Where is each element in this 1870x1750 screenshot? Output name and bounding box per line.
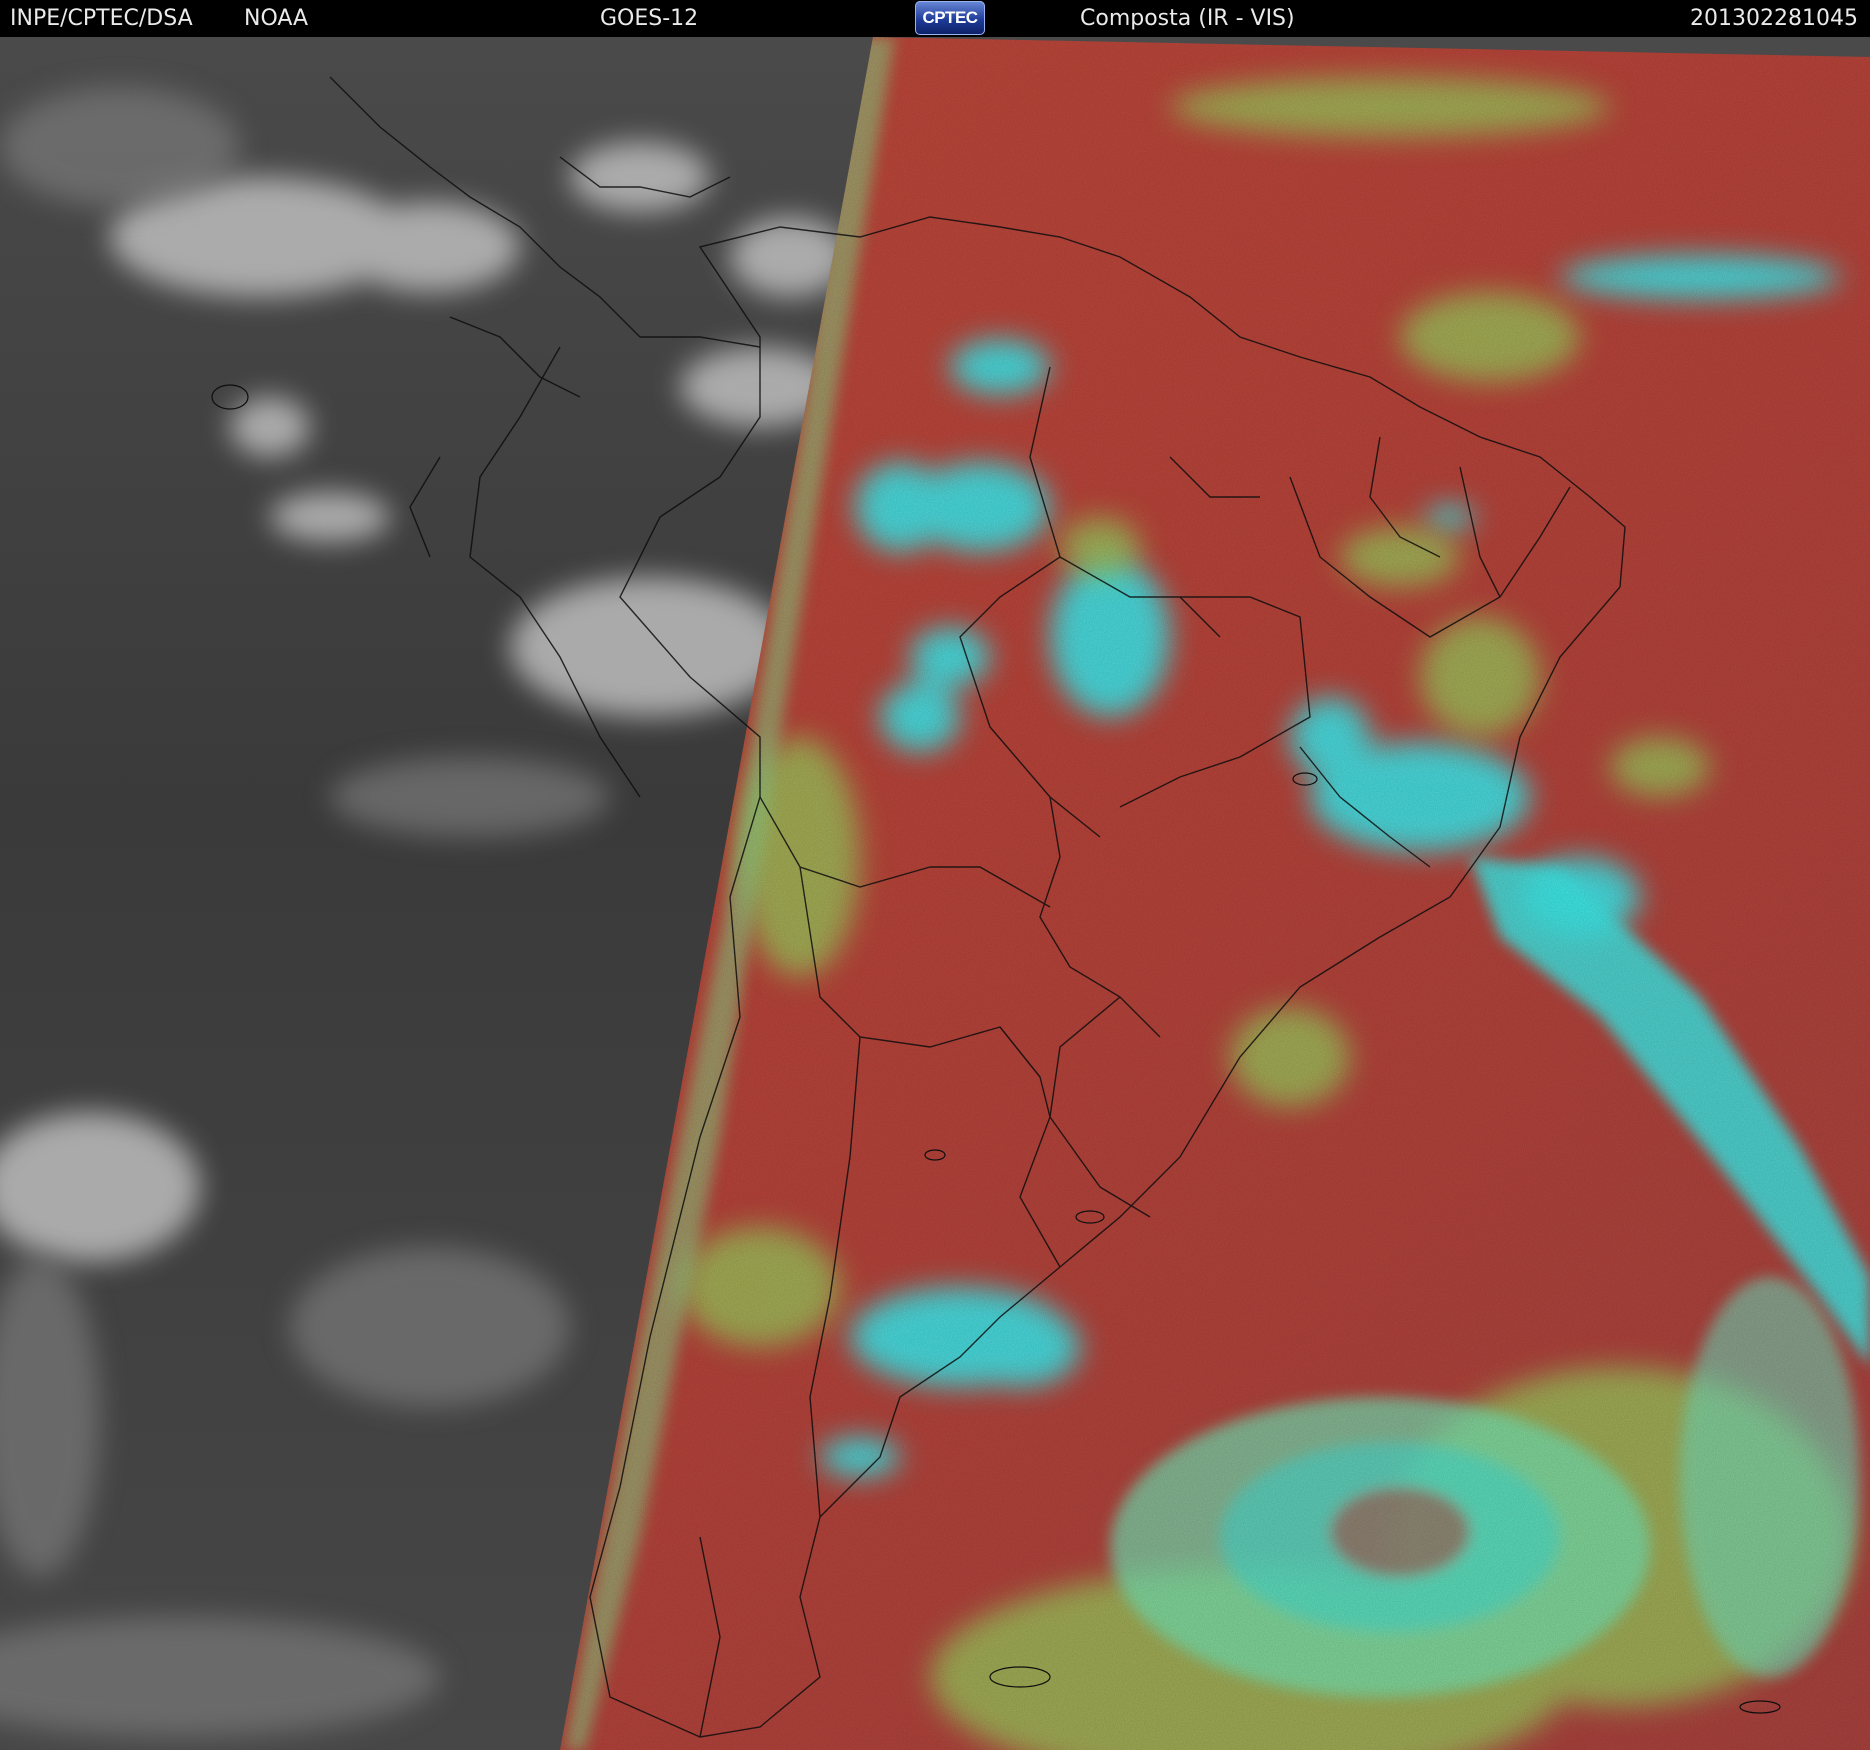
header-bar: INPE/CPTEC/DSA NOAA GOES-12 CPTEC Compos…	[0, 0, 1870, 37]
institution-label: INPE/CPTEC/DSA	[10, 6, 193, 31]
satellite-composite-image	[0, 37, 1870, 1750]
product-label: Composta (IR - VIS)	[1080, 6, 1295, 31]
agency-label: NOAA	[244, 6, 309, 31]
timestamp-label: 201302281045	[1690, 6, 1858, 31]
satellite-label: GOES-12	[600, 6, 699, 31]
cptec-logo: CPTEC	[915, 1, 985, 35]
